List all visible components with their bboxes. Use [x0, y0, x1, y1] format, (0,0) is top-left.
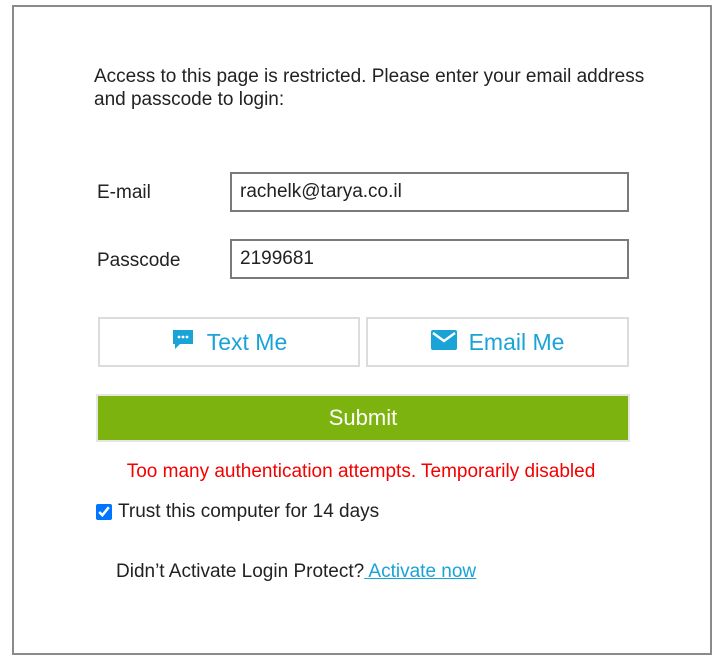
envelope-icon — [430, 329, 457, 356]
text-me-button[interactable]: Text Me — [98, 317, 360, 367]
intro-text: Access to this page is restricted. Pleas… — [94, 66, 645, 110]
trust-checkbox[interactable] — [96, 504, 112, 520]
activate-now-link[interactable]: Activate now — [364, 561, 476, 582]
submit-button[interactable]: Submit — [96, 394, 630, 442]
email-field[interactable] — [230, 172, 629, 212]
text-me-label: Text Me — [206, 328, 288, 355]
passcode-field[interactable] — [230, 239, 629, 279]
passcode-label: Passcode — [97, 250, 181, 271]
error-message: Too many authentication attempts. Tempor… — [126, 461, 596, 482]
activate-prompt-text: Didn’t Activate Login Protect? — [116, 561, 365, 582]
email-me-label: Email Me — [468, 328, 565, 355]
trust-label: Trust this computer for 14 days — [118, 501, 380, 522]
trust-computer-option[interactable]: Trust this computer for 14 days — [96, 501, 379, 523]
email-label: E-mail — [97, 182, 151, 203]
email-me-button[interactable]: Email Me — [366, 317, 629, 367]
chat-bubble-icon — [171, 327, 195, 357]
activate-prompt: Didn’t Activate Login Protect? Activate … — [116, 561, 476, 583]
